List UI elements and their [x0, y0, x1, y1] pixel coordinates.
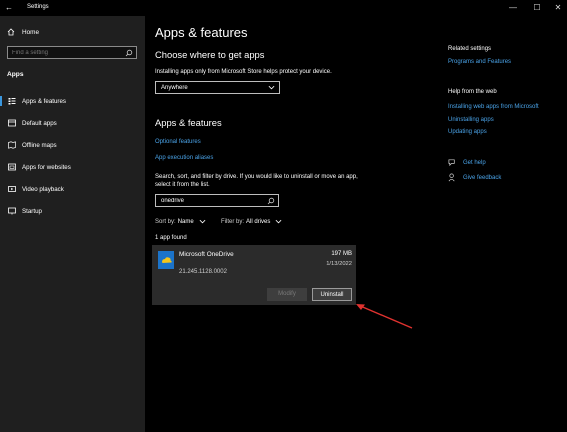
choose-description: Installing apps only from Microsoft Stor… [155, 69, 332, 75]
minimize-button[interactable]: — [503, 2, 523, 14]
give-feedback-link[interactable]: Give feedback [448, 173, 501, 182]
filter-by-control[interactable]: Filter by: All drives [221, 218, 282, 225]
sidebar-item-default-apps[interactable]: Default apps [0, 116, 145, 130]
back-arrow-icon[interactable]: ← [5, 3, 15, 13]
page-title: Apps & features [155, 25, 248, 40]
help-link-installing-web-apps[interactable]: Installing web apps from Microsoft [448, 104, 539, 110]
sidebar-item-offline-maps[interactable]: Offline maps [0, 138, 145, 152]
app-execution-aliases-link[interactable]: App execution aliases [155, 155, 213, 161]
window-title: Settings [27, 4, 49, 10]
right-panel: Related settings Programs and Features H… [445, 16, 567, 432]
search-description: Search, sort, and filter by drive. If yo… [155, 174, 358, 189]
search-icon [267, 197, 275, 205]
optional-features-link[interactable]: Optional features [155, 139, 201, 145]
get-help-label: Get help [463, 159, 486, 166]
setting-search-box[interactable] [7, 46, 137, 59]
dropdown-value: Anywhere [161, 85, 188, 91]
search-icon[interactable] [125, 49, 133, 57]
sort-label: Sort by: [155, 218, 176, 225]
app-search-box[interactable] [155, 194, 279, 207]
choose-heading: Choose where to get apps [155, 49, 265, 60]
sort-by-control[interactable]: Sort by: Name [155, 218, 206, 225]
sidebar-item-label: Apps & features [22, 97, 67, 105]
map-icon [8, 141, 16, 149]
get-help-link[interactable]: Get help [448, 158, 486, 167]
apps-heading: Apps & features [155, 117, 222, 128]
app-list-item[interactable]: Microsoft OneDrive 197 MB 1/13/2022 21.2… [152, 245, 356, 305]
help-link-uninstalling-apps[interactable]: Uninstalling apps [448, 117, 494, 123]
sidebar-item-label: Startup [22, 207, 42, 215]
sidebar-item-label: Video playback [22, 185, 64, 193]
chevron-down-icon [275, 219, 282, 224]
sidebar-section-apps: Apps [7, 71, 24, 78]
maximize-button[interactable]: ☐ [527, 2, 547, 14]
chat-help-icon [448, 159, 455, 167]
apps-features-icon [8, 98, 16, 105]
sidebar-item-label: Default apps [22, 119, 57, 127]
filter-label: Filter by: [221, 218, 245, 225]
home-icon [7, 28, 15, 36]
home-nav[interactable]: Home [7, 28, 39, 36]
sidebar-item-apps-for-websites[interactable]: Apps for websites [0, 160, 145, 174]
active-indicator [0, 96, 2, 106]
modify-button[interactable]: Modify [267, 288, 307, 301]
give-feedback-label: Give feedback [463, 174, 502, 181]
default-apps-icon [8, 119, 16, 127]
sidebar-item-startup[interactable]: Startup [0, 204, 145, 218]
sidebar-item-label: Offline maps [22, 141, 57, 149]
chevron-down-icon [199, 219, 206, 224]
sidebar-item-video-playback[interactable]: Video playback [0, 182, 145, 196]
app-source-dropdown[interactable]: Anywhere [155, 81, 280, 94]
app-date: 1/13/2022 [326, 261, 352, 267]
chevron-down-icon [268, 85, 275, 90]
red-annotation-arrow [356, 304, 413, 329]
programs-and-features-link[interactable]: Programs and Features [448, 59, 511, 65]
app-version: 21.245.1128.0002 [179, 269, 227, 275]
sidebar-item-apps-features[interactable]: Apps & features [0, 94, 145, 108]
app-size: 197 MB [331, 251, 352, 257]
video-icon [8, 186, 16, 192]
onedrive-app-icon [158, 251, 174, 269]
app-count: 1 app found [155, 235, 187, 241]
uninstall-button[interactable]: Uninstall [312, 288, 352, 301]
sidebar: Home Apps Apps & features Default [0, 16, 145, 432]
app-name: Microsoft OneDrive [179, 251, 234, 258]
setting-search-input[interactable] [12, 49, 122, 57]
filter-value: All drives [246, 218, 271, 225]
web-apps-icon [8, 163, 16, 171]
settings-window: ← Settings — ☐ ✕ Home Apps [0, 0, 567, 432]
sidebar-item-label: Apps for websites [22, 163, 71, 171]
app-search-input[interactable] [161, 197, 261, 205]
help-link-updating-apps[interactable]: Updating apps [448, 129, 487, 135]
close-button[interactable]: ✕ [548, 2, 567, 14]
related-settings-heading: Related settings [448, 46, 492, 52]
title-bar: ← Settings — ☐ ✕ [0, 0, 567, 16]
home-label: Home [22, 28, 40, 36]
main-content: Apps & features Choose where to get apps… [145, 16, 435, 432]
sort-value: Name [177, 218, 194, 225]
startup-icon [8, 207, 16, 215]
help-from-web-heading: Help from the web [448, 89, 497, 95]
feedback-icon [448, 173, 455, 182]
